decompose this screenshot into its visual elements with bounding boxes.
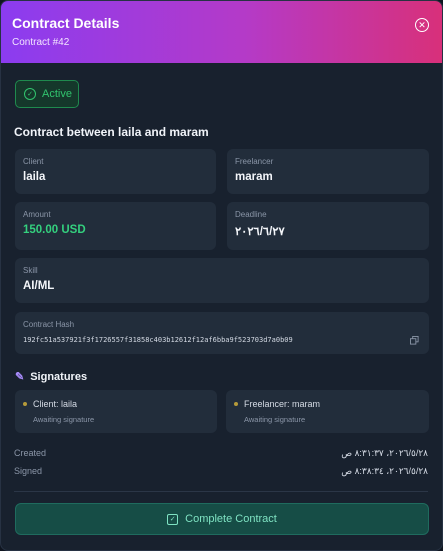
freelancer-card: Freelancer maram: [227, 149, 429, 194]
skill-card: Skill AI/ML: [15, 258, 429, 303]
copy-icon[interactable]: [410, 336, 419, 345]
freelancer-signature-card: Freelancer: maram Awaiting signature: [226, 390, 429, 433]
freelancer-signature-name: Freelancer: maram: [244, 399, 321, 409]
amount-value: 150.00 USD: [23, 224, 86, 236]
edit-icon: ✎: [15, 371, 25, 383]
freelancer-label: Freelancer: [235, 157, 274, 166]
divider: [14, 491, 428, 492]
contract-details-modal: Contract Details Contract #42 ✕ ✓ Active…: [0, 0, 443, 551]
created-row: Created ٢٠٢٦/٥/٢٨، ٨:٣١:٣٧ ص: [14, 448, 428, 459]
client-signature-status: Awaiting signature: [33, 415, 95, 424]
signed-value: ٢٠٢٦/٥/٢٨، ٨:٣٨:٣٤ ص: [341, 466, 428, 476]
complete-contract-label: Complete Contract: [185, 513, 277, 525]
deadline-label: Deadline: [235, 210, 267, 219]
deadline-value: ٢٠٢٦/٦/٢٧: [235, 226, 285, 238]
client-signature-card: Client: laila Awaiting signature: [15, 390, 217, 433]
skill-value: AI/ML: [23, 280, 55, 292]
contract-number: Contract #42: [12, 37, 70, 48]
hash-value: 192fc51a537921f3f1726557f31858c403b12612…: [23, 336, 293, 344]
freelancer-value: maram: [235, 171, 273, 183]
check-square-icon: ✓: [167, 513, 179, 525]
client-label: Client: [23, 157, 44, 166]
deadline-card: Deadline ٢٠٢٦/٦/٢٧: [227, 202, 429, 250]
signatures-heading: ✎ Signatures: [15, 370, 88, 384]
created-value: ٢٠٢٦/٥/٢٨، ٨:٣١:٣٧ ص: [341, 448, 428, 458]
client-signature-name: Client: laila: [33, 399, 78, 409]
amount-card: Amount 150.00 USD: [15, 202, 216, 250]
hash-label: Contract Hash: [23, 320, 75, 329]
signed-label: Signed: [14, 466, 43, 476]
client-card: Client laila: [15, 149, 216, 194]
status-badge: ✓ Active: [15, 80, 79, 108]
check-circle-icon: ✓: [24, 88, 36, 100]
pending-dot-icon: [23, 402, 27, 406]
freelancer-signature-status: Awaiting signature: [244, 415, 306, 424]
close-icon[interactable]: ✕: [415, 18, 429, 32]
signatures-title: Signatures: [30, 370, 88, 383]
signed-row: Signed ٢٠٢٦/٥/٢٨، ٨:٣٨:٣٤ ص: [14, 466, 428, 477]
amount-label: Amount: [23, 210, 51, 219]
skill-label: Skill: [23, 266, 38, 275]
pending-dot-icon: [234, 402, 238, 406]
modal-header: Contract Details Contract #42 ✕: [1, 1, 442, 63]
client-value: laila: [23, 171, 46, 183]
hash-card: Contract Hash 192fc51a537921f3f1726557f3…: [15, 312, 429, 354]
created-label: Created: [14, 448, 47, 458]
complete-contract-button[interactable]: ✓ Complete Contract: [15, 503, 429, 535]
status-label: Active: [42, 88, 72, 100]
modal-title: Contract Details: [12, 15, 120, 31]
contract-title: Contract between laila and maram: [14, 125, 209, 139]
